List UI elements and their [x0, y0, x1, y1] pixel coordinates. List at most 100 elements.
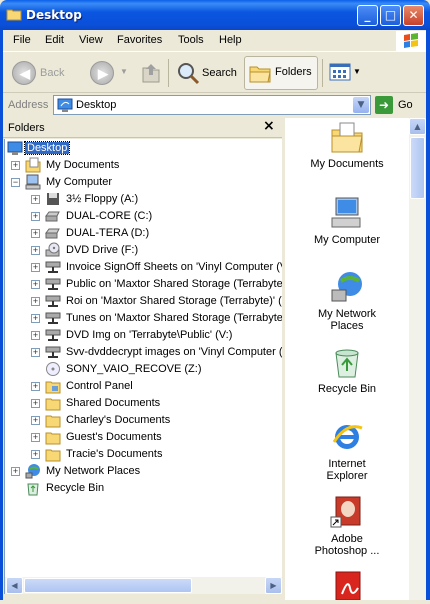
search-button[interactable]: Search: [174, 57, 240, 89]
tree-label: Shared Documents: [66, 397, 161, 409]
my-documents-icon: [331, 122, 363, 153]
menu-tools[interactable]: Tools: [178, 34, 204, 46]
tree-label: Recycle Bin: [46, 482, 105, 494]
desktop-item-my-computer[interactable]: My Computer: [285, 196, 409, 246]
menu-favorites[interactable]: Favorites: [117, 34, 162, 46]
expand-icon[interactable]: +: [11, 161, 20, 170]
expand-icon[interactable]: +: [31, 280, 40, 289]
scroll-left-icon[interactable]: ◀: [6, 577, 23, 594]
collapse-icon[interactable]: −: [11, 178, 20, 187]
go-arrow-icon: ➜: [375, 96, 393, 114]
horizontal-scrollbar[interactable]: ◀ ▶: [4, 577, 282, 594]
back-label: Back: [40, 67, 65, 79]
title-bar: Desktop _ □ ✕: [0, 0, 430, 30]
tree-label: Svv-dvddecrypt images on 'Vinyl Computer…: [66, 346, 282, 358]
tree-item-control-panel[interactable]: + Control Panel: [5, 378, 282, 395]
desktop-contents: My Documents My Computer My Network Plac…: [285, 118, 409, 600]
expand-icon[interactable]: +: [31, 314, 40, 323]
go-label: Go: [398, 99, 413, 111]
tree-item-drive-c[interactable]: + DUAL-CORE (C:): [5, 208, 282, 225]
expand-icon[interactable]: +: [31, 416, 40, 425]
folders-pane-close-icon[interactable]: ×: [263, 118, 275, 134]
address-input[interactable]: Desktop ▼: [53, 95, 371, 115]
tree-label: DUAL-TERA (D:): [66, 227, 150, 239]
tree-item-network-drive[interactable]: + Invoice SignOff Sheets on 'Vinyl Compu…: [5, 259, 282, 276]
menu-file[interactable]: File: [13, 34, 31, 46]
tree-item-floppy[interactable]: + 3½ Floppy (A:): [5, 191, 282, 208]
tree-label: SONY_VAIO_RECOVE (Z:): [66, 363, 202, 375]
menu-help[interactable]: Help: [219, 34, 242, 46]
folder-icon: [45, 432, 61, 445]
tree-item-my-computer[interactable]: − My Computer: [5, 174, 275, 191]
folder-icon: [45, 415, 61, 428]
up-folder-icon[interactable]: [140, 60, 162, 84]
expand-icon[interactable]: +: [31, 348, 40, 357]
expand-icon[interactable]: +: [31, 450, 40, 459]
tree-item-shared-documents[interactable]: + Shared Documents: [5, 395, 282, 412]
maximize-button[interactable]: □: [380, 5, 401, 26]
tree-label: My Documents: [46, 159, 120, 171]
views-icon: [329, 63, 351, 81]
tree-item-dvd-f[interactable]: + DVD Drive (F:): [5, 242, 282, 259]
forward-dropdown-icon: ▼: [120, 67, 128, 76]
minimize-button[interactable]: _: [357, 5, 378, 26]
menu-view[interactable]: View: [79, 34, 103, 46]
expand-icon[interactable]: +: [31, 399, 40, 408]
tree-item-desktop[interactable]: Desktop: [5, 140, 275, 157]
expand-icon[interactable]: +: [31, 433, 40, 442]
desktop-item-pdf-partial[interactable]: [285, 570, 409, 604]
expand-icon[interactable]: +: [31, 212, 40, 221]
scroll-up-icon[interactable]: ▲: [409, 118, 426, 135]
tree-item-network-drive[interactable]: + Roi on 'Maxtor Shared Storage (Terraby…: [5, 293, 282, 310]
search-icon: [178, 63, 200, 85]
tree-item-my-network-places[interactable]: + My Network Places: [5, 463, 282, 480]
tree-item-network-drive[interactable]: + Public on 'Maxtor Shared Storage (Terr…: [5, 276, 282, 293]
expand-icon[interactable]: +: [31, 331, 40, 340]
expand-icon[interactable]: +: [31, 195, 40, 204]
desktop-item-adobe-photoshop[interactable]: Adobe Photoshop ...: [285, 495, 409, 557]
close-button[interactable]: ✕: [403, 5, 424, 26]
desktop-item-my-network-places[interactable]: My Network Places: [285, 270, 409, 332]
tree-item-sony-z[interactable]: SONY_VAIO_RECOVE (Z:): [5, 361, 282, 378]
folders-button[interactable]: Folders: [244, 56, 318, 90]
scroll-right-icon[interactable]: ▶: [265, 577, 282, 594]
desktop-item-my-documents[interactable]: My Documents: [285, 120, 409, 170]
tree-item-my-documents[interactable]: + My Documents: [5, 157, 275, 174]
tree-label: 3½ Floppy (A:): [66, 193, 139, 205]
tree-item-charleys-documents[interactable]: + Charley's Documents: [5, 412, 282, 429]
expand-icon[interactable]: +: [31, 263, 40, 272]
go-button[interactable]: ➜ Go: [375, 96, 425, 114]
expand-icon[interactable]: +: [31, 246, 40, 255]
menu-edit[interactable]: Edit: [45, 34, 64, 46]
scroll-thumb[interactable]: [410, 137, 425, 199]
tree-label: DUAL-CORE (C:): [66, 210, 153, 222]
tree-item-network-drive[interactable]: + DVD Img on 'Terrabyte\Public' (V:): [5, 327, 282, 344]
forward-button[interactable]: ▶ ▼: [86, 57, 130, 89]
tree-item-tracies-documents[interactable]: + Tracie's Documents: [5, 446, 282, 463]
tree-item-network-drive[interactable]: + Svv-dvddecrypt images on 'Vinyl Comput…: [5, 344, 282, 361]
vertical-scrollbar[interactable]: ▲: [409, 118, 426, 600]
address-label: Address: [8, 99, 49, 111]
desktop-item-recycle-bin[interactable]: Recycle Bin: [285, 345, 409, 395]
tree-item-guests-documents[interactable]: + Guest's Documents: [5, 429, 282, 446]
views-button[interactable]: ▼: [327, 57, 361, 89]
address-dropdown-icon[interactable]: ▼: [353, 97, 369, 113]
address-value: Desktop: [76, 99, 117, 111]
tree-item-network-drive[interactable]: + Tunes on 'Maxtor Shared Storage (Terra…: [5, 310, 282, 327]
folders-pane-title: Folders: [8, 122, 45, 134]
scroll-thumb[interactable]: [24, 578, 192, 593]
tree-label: Roi on 'Maxtor Shared Storage (Terrabyte…: [66, 295, 282, 307]
tree-item-recycle-bin[interactable]: Recycle Bin: [5, 480, 282, 497]
tree-item-drive-d[interactable]: + DUAL-TERA (D:): [5, 225, 282, 242]
tree-label: DVD Drive (F:): [66, 244, 139, 256]
tree-label: Guest's Documents: [66, 431, 162, 443]
desktop-item-internet-explorer[interactable]: Internet Explorer: [285, 420, 409, 482]
expand-icon[interactable]: +: [31, 297, 40, 306]
expand-icon[interactable]: +: [31, 229, 40, 238]
back-button[interactable]: ◀ Back: [8, 57, 70, 89]
expand-icon[interactable]: +: [31, 382, 40, 391]
search-label: Search: [202, 67, 237, 79]
desktop-item-label: Recycle Bin: [317, 383, 377, 395]
menu-bar: File Edit View Favorites Tools Help: [0, 30, 430, 52]
expand-icon[interactable]: +: [11, 467, 20, 476]
